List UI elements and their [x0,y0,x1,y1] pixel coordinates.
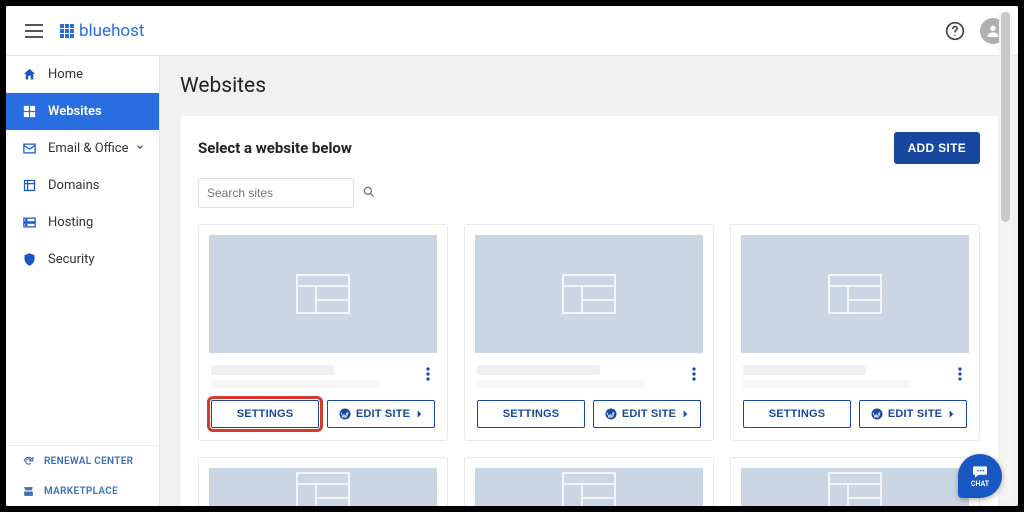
site-card: SETTINGS EDIT SITE [730,224,980,441]
wordpress-icon [605,408,617,420]
card-menu-button[interactable] [683,363,705,385]
panel-subtitle: Select a website below [198,139,352,157]
marketplace-icon [20,485,36,498]
site-thumbnail[interactable] [475,468,703,506]
site-thumbnail[interactable] [741,468,969,506]
site-url-placeholder [211,380,379,388]
site-card [464,457,714,506]
site-name-placeholder [211,365,334,375]
help-button[interactable] [940,16,970,46]
chevron-down-icon [135,141,145,156]
edit-site-button[interactable]: EDIT SITE [593,400,701,428]
top-bar: bluehost [6,6,1018,56]
chat-widget[interactable]: CHAT [958,454,1002,498]
scrollbar-thumb[interactable] [1001,12,1010,222]
site-thumbnail[interactable] [209,468,437,506]
site-card [730,457,980,506]
main-content: Websites Select a website below ADD SITE [160,56,1018,506]
sidebar-item-domains[interactable]: Domains [6,167,159,204]
edit-site-button[interactable]: EDIT SITE [859,400,967,428]
wordpress-icon [871,408,883,420]
chevron-right-icon [415,410,423,418]
sidebar-item-label: Home [48,67,83,82]
sidebar-item-label: Domains [48,178,99,193]
home-icon [20,66,38,84]
sidebar-footer-marketplace[interactable]: MARKETPLACE [6,476,159,506]
sidebar-footer-renewal[interactable]: RENEWAL CENTER [6,446,159,476]
site-name-placeholder [743,365,866,375]
brand-name: bluehost [79,21,144,41]
domains-icon [20,177,38,195]
settings-button[interactable]: SETTINGS [211,400,319,428]
chat-icon [971,465,989,479]
search-sites[interactable] [198,178,354,208]
settings-button[interactable]: SETTINGS [477,400,585,428]
sidebar-footer-label: MARKETPLACE [44,486,118,497]
sidebar-item-email[interactable]: Email & Office [6,130,159,167]
sidebar-item-home[interactable]: Home [6,56,159,93]
edit-site-button[interactable]: EDIT SITE [327,400,435,428]
site-thumbnail[interactable] [741,235,969,353]
card-menu-button[interactable] [949,363,971,385]
card-menu-button[interactable] [417,363,439,385]
site-url-placeholder [477,380,645,388]
chevron-right-icon [947,410,955,418]
renewal-icon [20,455,36,468]
wordpress-icon [339,408,351,420]
scrollbar-track[interactable] [999,12,1012,500]
add-site-button[interactable]: ADD SITE [894,132,980,164]
sidebar-item-hosting[interactable]: Hosting [6,204,159,241]
search-input[interactable] [207,186,362,200]
site-card: SETTINGS EDIT SITE [198,224,448,441]
search-icon [362,184,376,203]
chat-label: CHAT [971,480,989,488]
sidebar-item-label: Websites [48,104,102,119]
websites-panel: Select a website below ADD SITE [180,116,998,506]
site-thumbnail[interactable] [209,235,437,353]
chevron-right-icon [681,410,689,418]
sidebar-item-security[interactable]: Security [6,241,159,278]
sidebar-item-label: Email & Office [48,141,128,156]
page-title: Websites [180,74,998,98]
menu-toggle[interactable] [18,15,50,47]
site-name-placeholder [477,365,600,375]
brand-logo[interactable]: bluehost [60,21,144,41]
site-thumbnail[interactable] [475,235,703,353]
sidebar: Home Websites Email & Office Domains [6,56,160,506]
settings-button[interactable]: SETTINGS [743,400,851,428]
sidebar-item-label: Hosting [48,215,93,230]
hosting-icon [20,214,38,232]
site-card: SETTINGS EDIT SITE [464,224,714,441]
sidebar-footer-label: RENEWAL CENTER [44,456,133,467]
sidebar-item-websites[interactable]: Websites [6,93,159,130]
shield-icon [20,251,38,269]
email-icon [20,140,38,158]
logo-grid-icon [60,24,74,38]
site-card [198,457,448,506]
websites-icon [20,103,38,121]
sidebar-item-label: Security [48,252,95,267]
site-url-placeholder [743,380,911,388]
